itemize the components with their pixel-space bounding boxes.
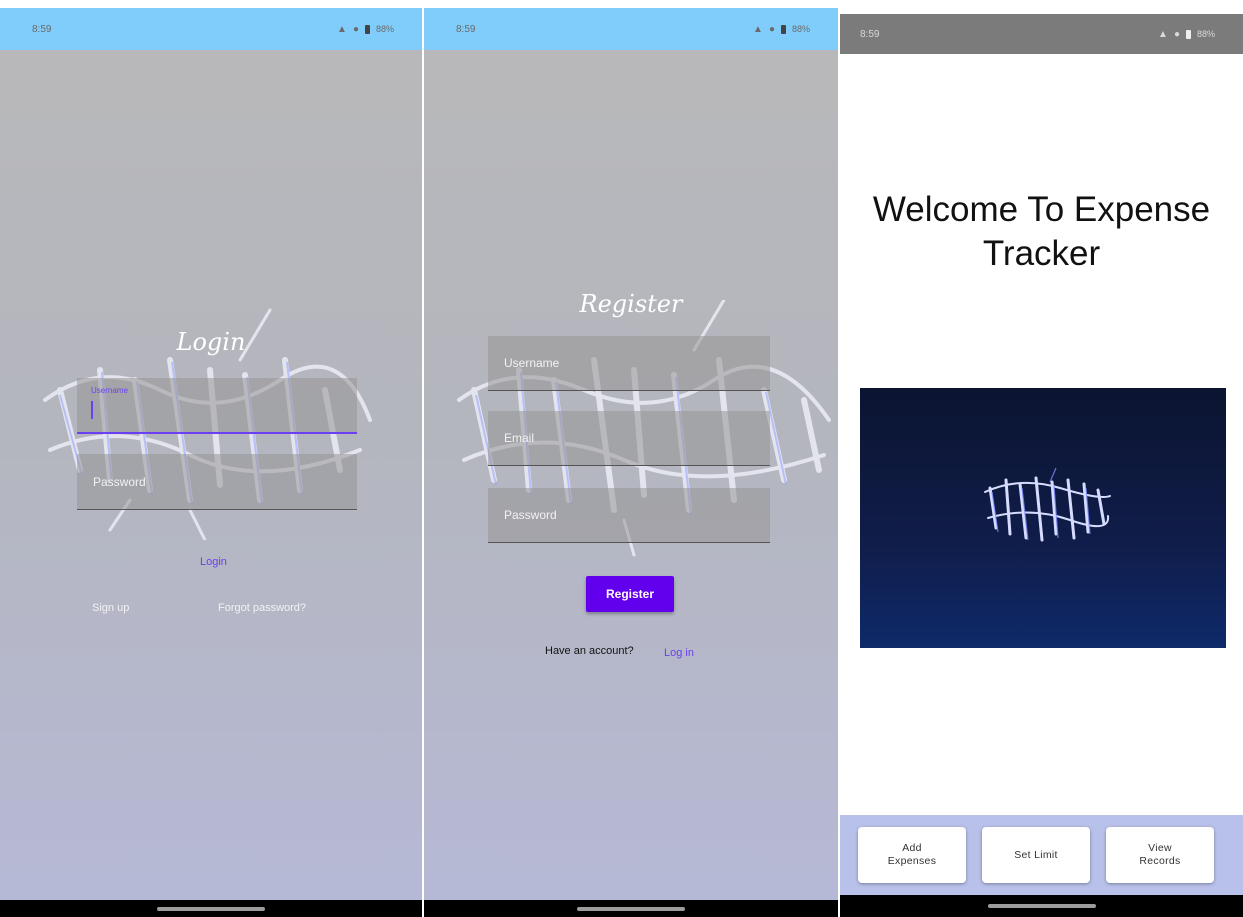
status-bar: 8:59 ▲ ● 88% (0, 8, 422, 50)
battery-icon (780, 24, 786, 34)
logo-graffiti-icon (984, 467, 1111, 542)
home-gesture-handle[interactable] (577, 907, 685, 911)
welcome-heading: Welcome To Expense Tracker (872, 190, 1211, 273)
wifi-icon: ● (768, 23, 775, 35)
login-screen: 8:59 ▲ ● 88% Login Username Password Log… (0, 0, 422, 917)
password-input[interactable]: Password (488, 488, 770, 543)
battery-percent: 88% (1196, 29, 1215, 39)
home-screen: 8:59 ▲ ● 88% Welcome To Expense Tracker … (840, 0, 1243, 917)
password-input[interactable]: Password (77, 454, 357, 510)
text-caret (91, 401, 93, 419)
signal-icon: ▲ (1158, 28, 1168, 40)
status-icons: ▲ ● 88% (753, 24, 810, 35)
password-placeholder: Password (93, 474, 146, 489)
wifi-icon: ● (1173, 28, 1180, 40)
bottom-action-bar: Add Expenses Set Limit View Records (840, 815, 1243, 895)
status-bar: 8:59 ▲ ● 88% (424, 8, 838, 50)
login-button[interactable]: Login (200, 556, 227, 568)
register-background (424, 50, 838, 900)
status-time: 8:59 (32, 23, 52, 35)
home-gesture-handle[interactable] (987, 904, 1096, 908)
signal-icon: ▲ (337, 23, 347, 35)
battery-icon (1185, 29, 1191, 39)
signal-icon: ▲ (753, 23, 763, 35)
register-button[interactable]: Register (586, 576, 674, 612)
have-account-text: Have an account? (545, 645, 634, 657)
banner-image (860, 388, 1226, 648)
battery-icon (364, 24, 370, 34)
login-title: Login (176, 328, 246, 356)
navigation-bar (424, 900, 838, 917)
password-placeholder: Password (504, 508, 557, 522)
add-expenses-button[interactable]: Add Expenses (858, 827, 966, 883)
username-input[interactable]: Username (488, 336, 770, 391)
username-input[interactable]: Username (77, 378, 357, 434)
status-bar: 8:59 ▲ ● 88% (840, 14, 1243, 54)
set-limit-button[interactable]: Set Limit (982, 827, 1090, 883)
register-title: Register (579, 290, 683, 318)
signup-link[interactable]: Sign up (92, 602, 129, 614)
navigation-bar (840, 895, 1243, 917)
home-gesture-handle[interactable] (157, 907, 265, 911)
battery-percent: 88% (791, 24, 810, 34)
navigation-bar (0, 900, 422, 917)
username-label: Username (91, 386, 128, 395)
wifi-icon: ● (352, 23, 359, 35)
username-placeholder: Username (504, 356, 560, 370)
view-records-button[interactable]: View Records (1106, 827, 1214, 883)
battery-percent: 88% (375, 24, 394, 34)
email-placeholder: Email (504, 431, 535, 445)
status-icons: ▲ ● 88% (337, 24, 394, 35)
status-icons: ▲ ● 88% (1158, 29, 1215, 40)
status-time: 8:59 (860, 28, 880, 40)
forgot-password-link[interactable]: Forgot password? (218, 602, 306, 614)
email-input[interactable]: Email (488, 411, 770, 466)
register-screen: 8:59 ▲ ● 88% Register Username Email Pas… (424, 0, 838, 917)
login-link[interactable]: Log in (664, 647, 694, 659)
status-time: 8:59 (456, 23, 476, 35)
